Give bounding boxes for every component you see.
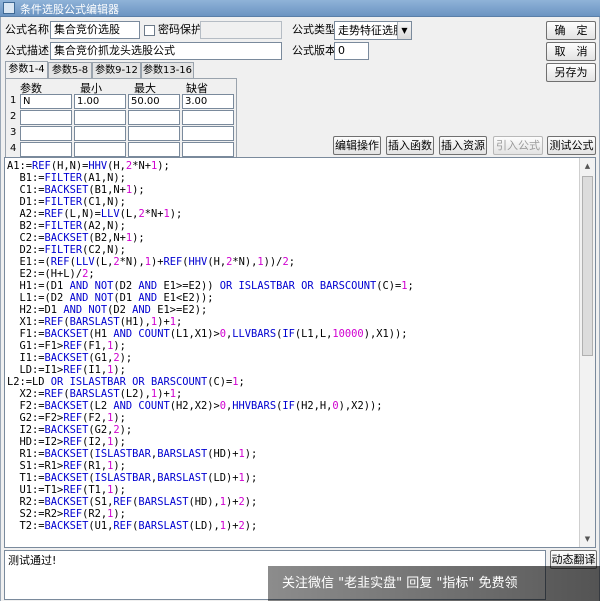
param-cell-max[interactable] — [128, 126, 180, 141]
tab-params-5-8[interactable]: 参数5-8 — [48, 62, 92, 78]
param-cell-min[interactable] — [74, 126, 126, 141]
code-line[interactable]: F2:=BACKSET(L2 AND COUNT(H2,X2)>0,HHVBAR… — [7, 400, 414, 412]
param-row-number: 3 — [10, 127, 17, 138]
param-cell-name[interactable] — [20, 142, 72, 157]
insert-function-button[interactable]: 插入函数 — [386, 136, 434, 155]
formula-type-select[interactable]: 走势特征选股 ▼ — [334, 21, 412, 40]
code-line[interactable]: R1:=BACKSET(ISLASTBAR,BARSLAST(HD)+1); — [7, 448, 414, 460]
code-line[interactable]: F1:=BACKSET(H1 AND COUNT(L1,X1)>0,LLVBAR… — [7, 328, 414, 340]
window-titlebar[interactable]: 条件选股公式编辑器 — [0, 0, 600, 17]
formula-type-value: 走势特征选股 — [338, 24, 404, 37]
code-line[interactable]: G2:=F2>REF(F2,1); — [7, 412, 414, 424]
param-cell-min[interactable]: 1.00 — [74, 94, 126, 109]
tab-params-9-12[interactable]: 参数9-12 — [92, 62, 141, 78]
scrollbar-thumb[interactable] — [582, 176, 593, 356]
code-line[interactable]: H2:=D1 AND NOT(D2 AND E1>=E2); — [7, 304, 414, 316]
param-cell-max[interactable]: 50.00 — [128, 94, 180, 109]
test-formula-button[interactable]: 测试公式 — [547, 136, 596, 155]
save-as-button[interactable]: 另存为 — [546, 63, 596, 82]
formula-type-label: 公式类型 — [292, 23, 336, 36]
app-icon — [3, 2, 15, 14]
code-line[interactable]: C2:=BACKSET(B2,N+1); — [7, 232, 414, 244]
scroll-up-icon[interactable]: ▲ — [580, 158, 595, 174]
code-line[interactable]: LD:=I1>REF(I1,1); — [7, 364, 414, 376]
code-line[interactable]: E2:=(H+L)/2; — [7, 268, 414, 280]
code-line[interactable]: T1:=BACKSET(ISLASTBAR,BARSLAST(LD)+1); — [7, 472, 414, 484]
ok-button[interactable]: 确 定 — [546, 21, 596, 40]
code-line[interactable]: E1:=(REF(LLV(L,2*N),1)+REF(HHV(H,2*N),1)… — [7, 256, 414, 268]
code-line[interactable]: S1:=R1>REF(R1,1); — [7, 460, 414, 472]
code-line[interactable]: U1:=T1>REF(T1,1); — [7, 484, 414, 496]
code-line[interactable]: HD:=I2>REF(I2,1); — [7, 436, 414, 448]
editor-vertical-scrollbar[interactable]: ▲ ▼ — [579, 158, 595, 547]
tab-params-13-16[interactable]: 参数13-16 — [141, 62, 194, 78]
edit-operations-button[interactable]: 编辑操作 — [333, 136, 381, 155]
param-row-number: 1 — [10, 95, 17, 106]
scroll-down-icon[interactable]: ▼ — [580, 531, 595, 547]
formula-code-editor[interactable]: A1:=REF(H,N)=HHV(H,2*N+1); B1:=FILTER(A1… — [4, 157, 596, 548]
formula-editor-dialog: 公式名称 集合竞价选股 密码保护 公式类型 走势特征选股 ▼ 公式描述 集合竞价… — [0, 17, 600, 601]
formula-version-label: 公式版本 — [292, 44, 336, 57]
code-line[interactable]: D1:=FILTER(C1,N); — [7, 196, 414, 208]
import-formula-button[interactable]: 引入公式 — [493, 136, 543, 155]
param-cell-default[interactable]: 3.00 — [182, 94, 234, 109]
code-line[interactable]: X2:=REF(BARSLAST(L2),1)+1; — [7, 388, 414, 400]
code-line[interactable]: H1:=(D1 AND NOT(D2 AND E1>=E2)) OR ISLAS… — [7, 280, 414, 292]
formula-name-label: 公式名称 — [5, 23, 49, 36]
code-line[interactable]: D2:=FILTER(C2,N); — [7, 244, 414, 256]
param-cell-name[interactable] — [20, 126, 72, 141]
code-line[interactable]: G1:=F1>REF(F1,1); — [7, 340, 414, 352]
code-line[interactable]: B2:=FILTER(A2,N); — [7, 220, 414, 232]
test-result-message: 测试通过! — [8, 554, 57, 567]
param-row-number: 2 — [10, 111, 17, 122]
param-cell-default[interactable] — [182, 110, 234, 125]
insert-resource-button[interactable]: 插入资源 — [439, 136, 487, 155]
param-row-number: 4 — [10, 143, 17, 154]
password-protect-label: 密码保护 — [158, 23, 202, 36]
password-protect-checkbox[interactable] — [144, 25, 155, 36]
formula-code-text[interactable]: A1:=REF(H,N)=HHV(H,2*N+1); B1:=FILTER(A1… — [7, 160, 414, 532]
password-input[interactable] — [200, 21, 282, 39]
window-title: 条件选股公式编辑器 — [20, 3, 119, 16]
code-line[interactable]: L2:=LD OR ISLASTBAR OR BARSCOUNT(C)=1; — [7, 376, 414, 388]
tab-params-1-4[interactable]: 参数1-4 — [5, 61, 48, 78]
code-line[interactable]: R2:=BACKSET(S1,REF(BARSLAST(HD),1)+2); — [7, 496, 414, 508]
param-cell-max[interactable] — [128, 110, 180, 125]
wechat-watermark-banner: 关注微信 "老韭实盘" 回复 "指标" 免费领 — [268, 566, 600, 601]
code-line[interactable]: B1:=FILTER(A1,N); — [7, 172, 414, 184]
code-line[interactable]: A2:=REF(L,N)=LLV(L,2*N+1); — [7, 208, 414, 220]
code-line[interactable]: T2:=BACKSET(U1,REF(BARSLAST(LD),1)+2); — [7, 520, 414, 532]
param-cell-name[interactable] — [20, 110, 72, 125]
param-cell-default[interactable] — [182, 126, 234, 141]
param-cell-min[interactable] — [74, 110, 126, 125]
formula-version-input[interactable]: 0 — [334, 42, 369, 60]
param-cell-default[interactable] — [182, 142, 234, 157]
code-line[interactable]: A1:=REF(H,N)=HHV(H,2*N+1); — [7, 160, 414, 172]
param-tab-panel: 参数 最小 最大 缺省 1 N 1.00 50.00 3.00 2 3 4 — [5, 78, 237, 162]
code-line[interactable]: S2:=R2>REF(R2,1); — [7, 508, 414, 520]
code-line[interactable]: I2:=BACKSET(G2,2); — [7, 424, 414, 436]
code-line[interactable]: C1:=BACKSET(B1,N+1); — [7, 184, 414, 196]
param-cell-name[interactable]: N — [20, 94, 72, 109]
code-line[interactable]: I1:=BACKSET(G1,2); — [7, 352, 414, 364]
formula-name-input[interactable]: 集合竞价选股 — [50, 21, 140, 39]
code-line[interactable]: X1:=REF(BARSLAST(H1),1)+1; — [7, 316, 414, 328]
param-cell-min[interactable] — [74, 142, 126, 157]
chevron-down-icon[interactable]: ▼ — [397, 22, 411, 39]
formula-desc-input[interactable]: 集合竞价抓龙头选股公式 — [50, 42, 282, 60]
cancel-button[interactable]: 取 消 — [546, 42, 596, 61]
formula-desc-label: 公式描述 — [5, 44, 49, 57]
code-line[interactable]: L1:=(D2 AND NOT(D1 AND E1<E2)); — [7, 292, 414, 304]
param-cell-max[interactable] — [128, 142, 180, 157]
